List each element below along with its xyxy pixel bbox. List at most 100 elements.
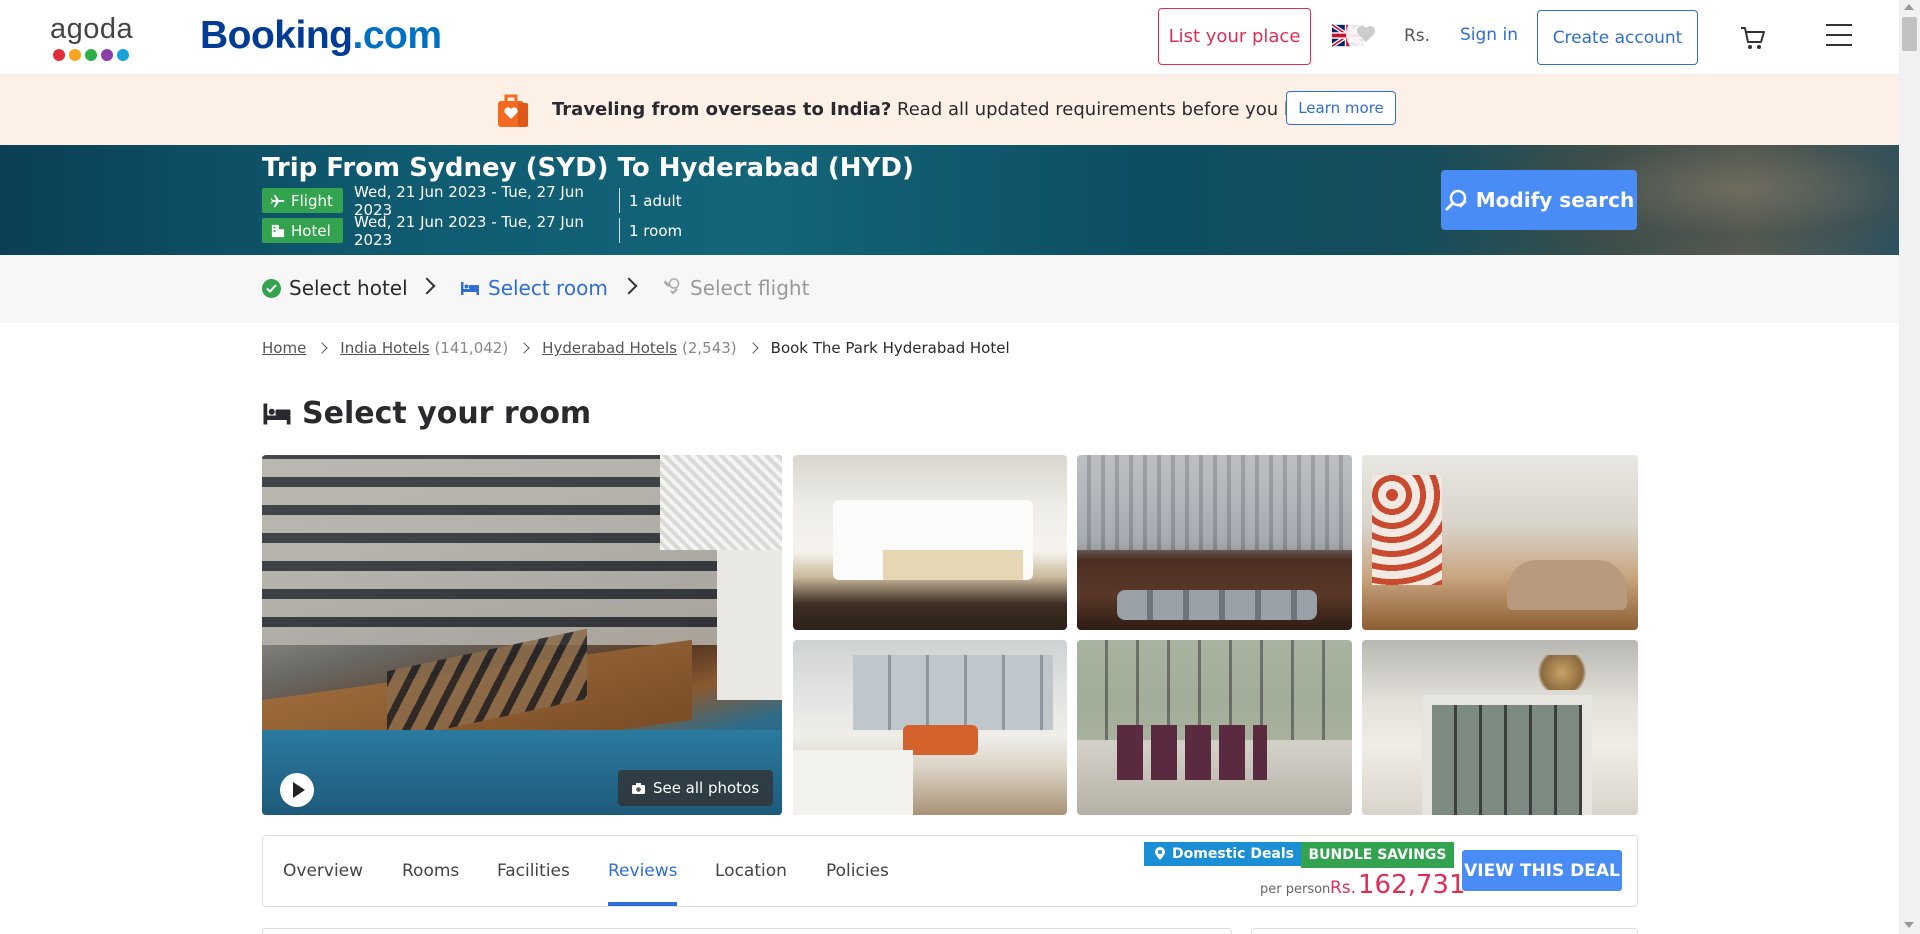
tab-location[interactable]: Location bbox=[715, 861, 787, 881]
menu-line bbox=[1826, 34, 1852, 36]
tab-reviews[interactable]: Reviews bbox=[608, 861, 678, 881]
search-edit-icon bbox=[1445, 189, 1467, 211]
plane-icon bbox=[271, 194, 285, 207]
sidebar-card bbox=[1251, 928, 1638, 934]
sign-in-link[interactable]: Sign in bbox=[1460, 25, 1518, 45]
cart-icon[interactable] bbox=[1739, 24, 1767, 52]
tab-policies[interactable]: Policies bbox=[826, 861, 889, 881]
photo-detail bbox=[1507, 560, 1627, 610]
photo-detail bbox=[883, 550, 1023, 580]
photo-detail bbox=[1372, 475, 1442, 585]
agoda-wordmark: agoda bbox=[50, 13, 134, 45]
photo-detail bbox=[793, 750, 913, 815]
plane-check-icon bbox=[664, 278, 680, 295]
scroll-up-arrow-icon[interactable] bbox=[1904, 4, 1914, 10]
step-select-flight[interactable]: Select flight bbox=[662, 276, 809, 300]
divider bbox=[619, 218, 620, 243]
play-video-button[interactable] bbox=[280, 773, 314, 807]
active-tab-indicator bbox=[608, 902, 677, 906]
agoda-logo[interactable]: agoda bbox=[50, 14, 142, 61]
section-tabs-bar: Overview Rooms Facilities Reviews Locati… bbox=[262, 835, 1638, 907]
view-this-deal-button[interactable]: VIEW THIS DEAL bbox=[1462, 850, 1622, 891]
create-account-button[interactable]: Create account bbox=[1537, 10, 1698, 65]
currency-selector[interactable]: Rs. bbox=[1404, 26, 1430, 46]
flight-tag-label: Flight bbox=[291, 191, 333, 210]
photo-detail bbox=[1117, 725, 1267, 780]
flight-row: Flight Wed, 21 Jun 2023 - Tue, 27 Jun 20… bbox=[262, 183, 682, 219]
luggage-heart-icon bbox=[498, 94, 528, 127]
price-currency: Rs. bbox=[1330, 878, 1357, 898]
hotel-rooms: 1 room bbox=[629, 221, 683, 240]
see-all-photos-label: See all photos bbox=[652, 779, 760, 797]
notice-bold: Traveling from overseas to India? bbox=[552, 99, 892, 120]
scroll-thumb[interactable] bbox=[1902, 17, 1917, 51]
breadcrumb-current: Book The Park Hyderabad Hotel bbox=[770, 339, 1010, 357]
play-icon bbox=[292, 782, 305, 798]
content-card bbox=[262, 928, 1232, 934]
photo-detail bbox=[1117, 590, 1317, 620]
chevron-right-icon bbox=[418, 277, 436, 295]
camera-icon bbox=[631, 782, 645, 794]
bed-icon bbox=[263, 403, 291, 424]
hotel-tag-label: Hotel bbox=[291, 221, 331, 240]
divider bbox=[619, 188, 620, 213]
favorite-heart-icon[interactable] bbox=[1346, 14, 1386, 54]
step-label: Select hotel bbox=[289, 276, 408, 300]
bundle-savings-badge: BUNDLE SAVINGS bbox=[1301, 842, 1454, 868]
step-select-room[interactable]: Select room bbox=[460, 276, 608, 300]
hamburger-menu-icon[interactable] bbox=[1826, 24, 1852, 46]
tab-facilities[interactable]: Facilities bbox=[497, 861, 570, 881]
page-scrollbar[interactable] bbox=[1899, 0, 1920, 934]
page-title: Select your room bbox=[302, 396, 592, 431]
lobby-seating-photo[interactable] bbox=[1077, 640, 1352, 815]
check-circle-icon bbox=[262, 278, 281, 298]
booking-logo-main: Booking bbox=[200, 14, 353, 57]
agoda-dot bbox=[53, 49, 65, 61]
travel-notice-banner: Traveling from overseas to India? Read a… bbox=[0, 75, 1899, 145]
room-bed-photo[interactable] bbox=[793, 455, 1067, 630]
agoda-dot bbox=[85, 49, 97, 61]
menu-line bbox=[1826, 44, 1852, 46]
domestic-deals-label: Domestic Deals bbox=[1172, 846, 1295, 862]
flight-passengers: 1 adult bbox=[629, 191, 682, 210]
photo-detail bbox=[1532, 655, 1592, 690]
booking-logo[interactable]: Booking.com bbox=[200, 14, 442, 58]
agoda-dot bbox=[117, 49, 129, 61]
learn-more-button[interactable]: Learn more bbox=[1286, 91, 1396, 125]
photo-detail bbox=[1422, 695, 1592, 815]
chevron-right-icon bbox=[620, 277, 638, 295]
breadcrumb-home[interactable]: Home bbox=[262, 339, 306, 357]
hotel-row: Hotel Wed, 21 Jun 2023 - Tue, 27 Jun 202… bbox=[262, 213, 683, 249]
flight-tag: Flight bbox=[262, 188, 343, 213]
interior-detail-photo[interactable] bbox=[1077, 455, 1352, 630]
page: agoda Booking.com List your place Rs. Si… bbox=[0, 0, 1920, 934]
breadcrumb-hyderabad-hotels[interactable]: Hyderabad Hotels bbox=[542, 339, 677, 357]
step-label: Select room bbox=[488, 276, 608, 300]
top-nav: agoda Booking.com List your place Rs. Si… bbox=[0, 0, 1899, 75]
tab-rooms[interactable]: Rooms bbox=[402, 861, 459, 881]
bed-icon bbox=[461, 282, 479, 295]
list-your-place-button[interactable]: List your place bbox=[1158, 8, 1311, 65]
chevron-right-icon bbox=[518, 342, 530, 354]
price-value: 162,731 bbox=[1358, 870, 1466, 900]
step-label: Select flight bbox=[690, 276, 810, 300]
see-all-photos-button[interactable]: See all photos bbox=[618, 770, 773, 806]
scroll-down-arrow-icon[interactable] bbox=[1904, 922, 1914, 928]
chevron-right-icon bbox=[746, 342, 759, 354]
hotel-tag: Hotel bbox=[262, 218, 343, 243]
breadcrumb: Home India Hotels (141,042) Hyderabad Ho… bbox=[262, 339, 1010, 357]
step-select-hotel[interactable]: Select hotel bbox=[262, 276, 408, 300]
lounge-photo[interactable] bbox=[1362, 455, 1638, 630]
breadcrumb-india-hotels[interactable]: India Hotels bbox=[340, 339, 429, 357]
tab-overview[interactable]: Overview bbox=[283, 861, 363, 881]
per-person-label: per person bbox=[1260, 882, 1331, 897]
photo-detail bbox=[903, 725, 978, 755]
modify-search-button[interactable]: Modify search bbox=[1441, 170, 1637, 230]
agoda-dots bbox=[53, 49, 142, 61]
location-pin-icon bbox=[1155, 847, 1165, 860]
chevron-right-icon bbox=[316, 342, 328, 354]
lobby-entrance-photo[interactable] bbox=[1362, 640, 1638, 815]
room-sofa-photo[interactable] bbox=[793, 640, 1067, 815]
main-hotel-photo[interactable]: See all photos bbox=[262, 455, 782, 815]
photo-gallery: See all photos bbox=[262, 455, 1638, 815]
